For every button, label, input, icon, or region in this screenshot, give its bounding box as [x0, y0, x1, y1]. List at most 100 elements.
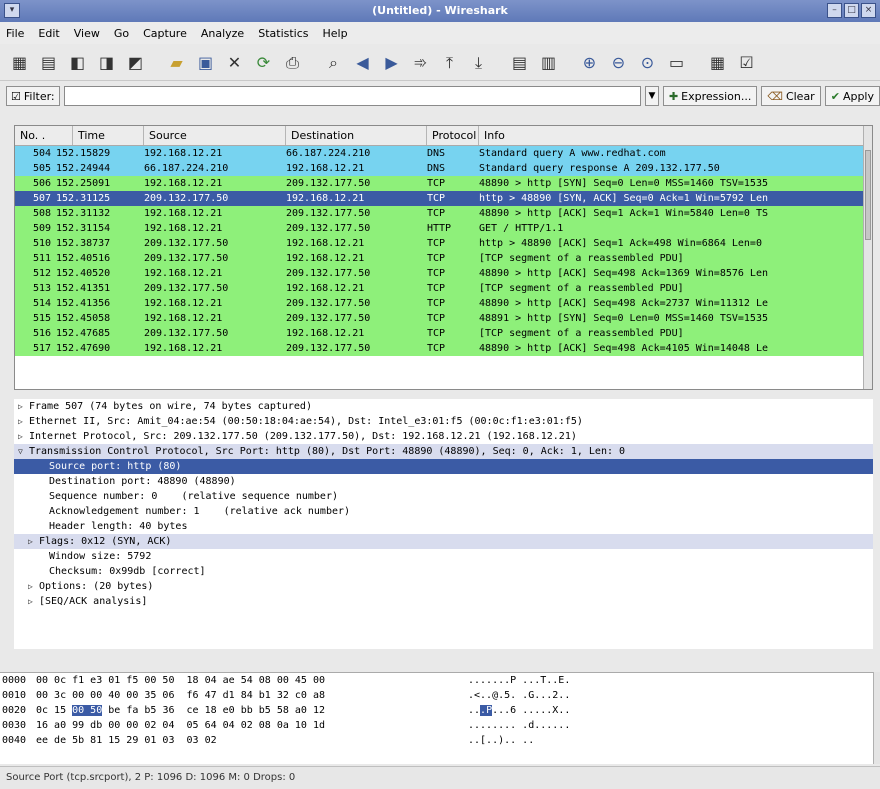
tree-item[interactable]: ▷ Ethernet II, Src: Amit_04:ae:54 (00:50:…: [14, 414, 873, 429]
packet-row[interactable]: 517 152.47690 192.168.12.21 209.132.177.50 T…: [15, 341, 872, 356]
column-header-source[interactable]: Source: [144, 126, 286, 145]
packet-row[interactable]: 505 152.24944 66.187.224.210 192.168.12.21 D…: [15, 161, 872, 176]
packet-cell-src: 209.132.177.50: [144, 253, 229, 264]
expand-arrow-icon[interactable]: ▷: [18, 429, 29, 444]
column-header-protocol[interactable]: Protocol: [427, 126, 479, 145]
packet-row[interactable]: 513 152.41351 209.132.177.50 192.168.12.21 T…: [15, 281, 872, 296]
tree-item[interactable]: Destination port: 48890 (48890): [14, 474, 873, 489]
menu-view[interactable]: View: [74, 27, 100, 40]
goto-icon[interactable]: ➾: [409, 51, 432, 74]
hex-ascii[interactable]: ..[..).. ..: [468, 733, 534, 748]
packet-details-tree[interactable]: ▷ Frame 507 (74 bytes on wire, 74 bytes c…: [14, 399, 873, 649]
hex-bytes[interactable]: 0c 15 00 50 be fa b5 36 ce 18 e0 bb b5 5…: [36, 703, 325, 718]
stop-capture-icon[interactable]: ◨: [95, 51, 118, 74]
packet-row[interactable]: 514 152.41356 192.168.12.21 209.132.177.50 T…: [15, 296, 872, 311]
tree-item[interactable]: Acknowledgement number: 1 (relative ack …: [14, 504, 873, 519]
filter-dropdown-icon[interactable]: ▼: [644, 86, 659, 106]
column-header-destination[interactable]: Destination: [286, 126, 427, 145]
tree-item[interactable]: ▷ [SEQ/ACK analysis]: [14, 594, 873, 609]
zoom-in-icon[interactable]: ⊕: [578, 51, 601, 74]
menu-analyze[interactable]: Analyze: [201, 27, 244, 40]
tree-item[interactable]: Checksum: 0x99db [correct]: [14, 564, 873, 579]
filter-button[interactable]: ☑ Filter:: [6, 86, 60, 106]
clear-button[interactable]: ⌫ Clear: [761, 86, 821, 106]
print-icon[interactable]: ⎙: [281, 51, 304, 74]
bytes-scrollbar[interactable]: [873, 672, 880, 764]
packet-row[interactable]: 510 152.38737 209.132.177.50 192.168.12.21 T…: [15, 236, 872, 251]
tree-item[interactable]: ▷ Options: (20 bytes): [14, 579, 873, 594]
tree-item[interactable]: Sequence number: 0 (relative sequence nu…: [14, 489, 873, 504]
tree-item[interactable]: ▽ Transmission Control Protocol, Src Port…: [14, 444, 873, 459]
hex-ascii[interactable]: ...P...6 .....X..: [468, 703, 570, 718]
menu-file[interactable]: File: [6, 27, 24, 40]
start-capture-icon[interactable]: ◧: [66, 51, 89, 74]
expand-arrow-icon[interactable]: ▷: [28, 534, 39, 549]
interfaces-icon[interactable]: ▦: [8, 51, 31, 74]
tree-item[interactable]: ▷ Flags: 0x12 (SYN, ACK): [14, 534, 873, 549]
zoom-normal-icon[interactable]: ⊙: [636, 51, 659, 74]
display-filters-icon[interactable]: ☑: [735, 51, 758, 74]
expand-arrow-icon[interactable]: ▷: [28, 579, 39, 594]
packet-list-scrollbar[interactable]: [863, 126, 872, 389]
packet-bytes-pane[interactable]: 0000 00 0c f1 e3 01 f5 00 50 18 04 ae 54 …: [0, 672, 873, 764]
maximize-icon[interactable]: □: [844, 3, 859, 18]
minimize-icon[interactable]: –: [827, 3, 842, 18]
packet-row[interactable]: 511 152.40516 209.132.177.50 192.168.12.21 T…: [15, 251, 872, 266]
packet-row[interactable]: 512 152.40520 192.168.12.21 209.132.177.50 T…: [15, 266, 872, 281]
last-icon[interactable]: ⤓: [467, 51, 490, 74]
resize-columns-icon[interactable]: ▭: [665, 51, 688, 74]
tree-item[interactable]: Header length: 40 bytes: [14, 519, 873, 534]
menu-go[interactable]: Go: [114, 27, 129, 40]
filter-input[interactable]: [63, 86, 641, 106]
hex-ascii[interactable]: .<..@.5. .G...2..: [468, 688, 570, 703]
zoom-out-icon[interactable]: ⊖: [607, 51, 630, 74]
tree-item[interactable]: Window size: 5792: [14, 549, 873, 564]
colorize-icon[interactable]: ▤: [508, 51, 531, 74]
packet-list[interactable]: No. . Time Source Destination Protocol I…: [14, 125, 873, 390]
packet-row[interactable]: 515 152.45058 192.168.12.21 209.132.177.50 T…: [15, 311, 872, 326]
menu-capture[interactable]: Capture: [143, 27, 187, 40]
forward-icon[interactable]: ▶: [380, 51, 403, 74]
expression-button[interactable]: ✚ Expression...: [662, 86, 758, 106]
menu-statistics[interactable]: Statistics: [258, 27, 308, 40]
hex-ascii[interactable]: ........ .d......: [468, 718, 570, 733]
packet-row[interactable]: 508 152.31132 192.168.12.21 209.132.177.50 T…: [15, 206, 872, 221]
hex-offset: 0040: [2, 735, 27, 746]
hex-ascii[interactable]: .......P ...T..E.: [468, 673, 570, 688]
column-header-info[interactable]: Info: [479, 126, 872, 145]
packet-row[interactable]: 516 152.47685 209.132.177.50 192.168.12.21 T…: [15, 326, 872, 341]
hex-bytes[interactable]: 00 0c f1 e3 01 f5 00 50 18 04 ae 54 08 0…: [36, 673, 325, 688]
save-icon[interactable]: ▣: [194, 51, 217, 74]
restart-capture-icon[interactable]: ◩: [124, 51, 147, 74]
back-icon[interactable]: ◀: [351, 51, 374, 74]
expand-arrow-icon[interactable]: ▷: [18, 414, 29, 429]
packet-row[interactable]: 509 152.31154 192.168.12.21 209.132.177.50 H…: [15, 221, 872, 236]
hex-bytes[interactable]: 00 3c 00 00 40 00 35 06 f6 47 d1 84 b1 3…: [36, 688, 325, 703]
first-icon[interactable]: ⤒: [438, 51, 461, 74]
close-window-icon[interactable]: ×: [861, 3, 876, 18]
packet-row[interactable]: 504 152.15829 192.168.12.21 66.187.224.210 D…: [15, 146, 872, 161]
autoscroll-icon[interactable]: ▥: [537, 51, 560, 74]
apply-button[interactable]: ✔ Apply: [824, 86, 880, 106]
hex-bytes[interactable]: ee de 5b 81 15 29 01 03 03 02: [36, 733, 217, 748]
packet-row[interactable]: 507 152.31125 209.132.177.50 192.168.12.21 T…: [15, 191, 872, 206]
column-header-time[interactable]: Time: [73, 126, 144, 145]
hex-bytes[interactable]: 16 a0 99 db 00 00 02 04 05 64 04 02 08 0…: [36, 718, 325, 733]
find-icon[interactable]: ⌕: [322, 51, 345, 74]
expand-arrow-icon[interactable]: ▷: [28, 594, 39, 609]
reload-icon[interactable]: ⟳: [252, 51, 275, 74]
menu-edit[interactable]: Edit: [38, 27, 59, 40]
capture-filters-icon[interactable]: ▦: [706, 51, 729, 74]
tree-item[interactable]: Source port: http (80): [14, 459, 873, 474]
menu-help[interactable]: Help: [323, 27, 348, 40]
scrollbar-thumb[interactable]: [865, 150, 871, 240]
tree-item[interactable]: ▷ Internet Protocol, Src: 209.132.177.50 …: [14, 429, 873, 444]
open-icon[interactable]: ▰: [165, 51, 188, 74]
packet-row[interactable]: 506 152.25091 192.168.12.21 209.132.177.50 T…: [15, 176, 872, 191]
options-icon[interactable]: ▤: [37, 51, 60, 74]
tree-item[interactable]: ▷ Frame 507 (74 bytes on wire, 74 bytes c…: [14, 399, 873, 414]
expand-arrow-icon[interactable]: ▷: [18, 399, 29, 414]
collapse-arrow-icon[interactable]: ▽: [18, 444, 29, 459]
column-header-no[interactable]: No. .: [15, 126, 73, 145]
close-icon[interactable]: ✕: [223, 51, 246, 74]
